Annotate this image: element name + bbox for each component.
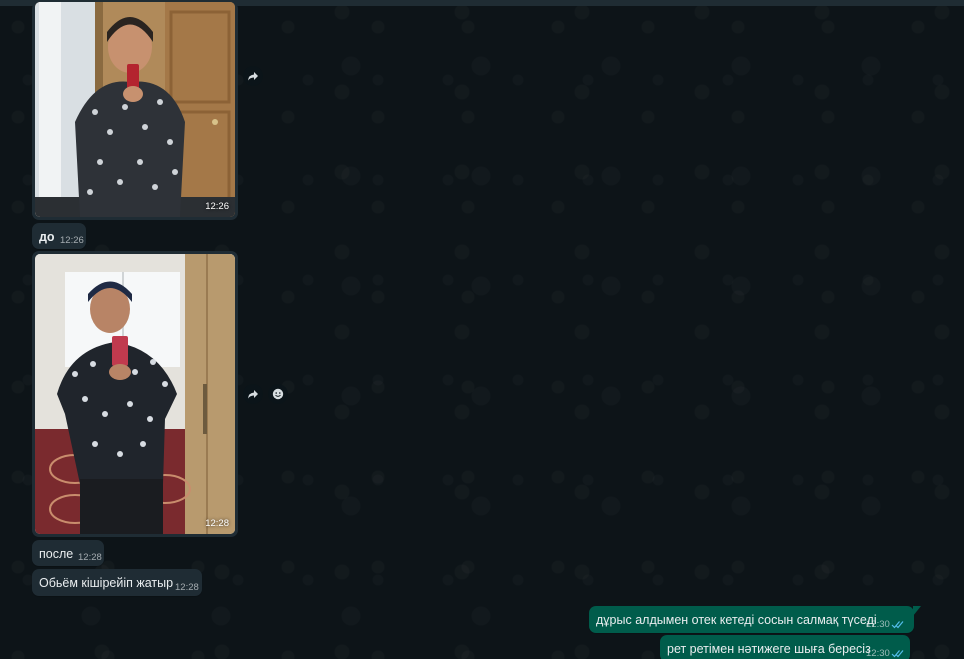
- message-time: 12:30: [866, 648, 890, 659]
- emoji-reaction-icon: [272, 388, 284, 400]
- message-text: дұрыс алдымен отек кетеді сосын салмақ т…: [596, 613, 877, 627]
- message-text: Обьём кішірейіп жатыр: [39, 576, 174, 590]
- photo-after-time: 12:28: [205, 518, 229, 529]
- double-check-icon: [891, 650, 904, 658]
- forward-icon: [248, 72, 258, 81]
- photo-after-image: [35, 254, 235, 534]
- image-message-after[interactable]: 12:28: [32, 251, 238, 537]
- message-before-caption[interactable]: до 12:26: [32, 223, 86, 249]
- forward-icon: [248, 390, 258, 399]
- outgoing-message-2[interactable]: рет ретімен нәтижеге шыға бересіз 12:30: [660, 635, 910, 659]
- photo-before-image: [35, 2, 235, 217]
- message-time: 12:28: [175, 582, 199, 593]
- forward-button-2[interactable]: [243, 384, 263, 404]
- photo-before-time: 12:26: [205, 201, 229, 212]
- image-message-before[interactable]: 12:26: [32, 2, 238, 220]
- forward-button-1[interactable]: [243, 66, 263, 86]
- react-button[interactable]: [268, 384, 288, 404]
- message-text: после: [39, 547, 74, 561]
- message-time: 12:30: [866, 619, 890, 630]
- bubble-tail: [913, 606, 921, 616]
- photo-after[interactable]: 12:28: [35, 254, 235, 534]
- photo-before[interactable]: 12:26: [35, 2, 235, 217]
- double-check-icon: [891, 621, 904, 629]
- message-volume[interactable]: Обьём кішірейіп жатыр 12:28: [32, 569, 202, 596]
- chat-panel: 12:26 до 12:26 12:28 после 12:28 Обьём к…: [0, 0, 964, 659]
- message-text: до: [39, 230, 55, 244]
- message-time: 12:26: [60, 235, 84, 246]
- outgoing-message-1[interactable]: дұрыс алдымен отек кетеді сосын салмақ т…: [589, 606, 914, 633]
- message-after-caption[interactable]: после 12:28: [32, 540, 104, 566]
- message-text: рет ретімен нәтижеге шыға бересіз: [667, 642, 871, 656]
- message-time: 12:28: [78, 552, 102, 563]
